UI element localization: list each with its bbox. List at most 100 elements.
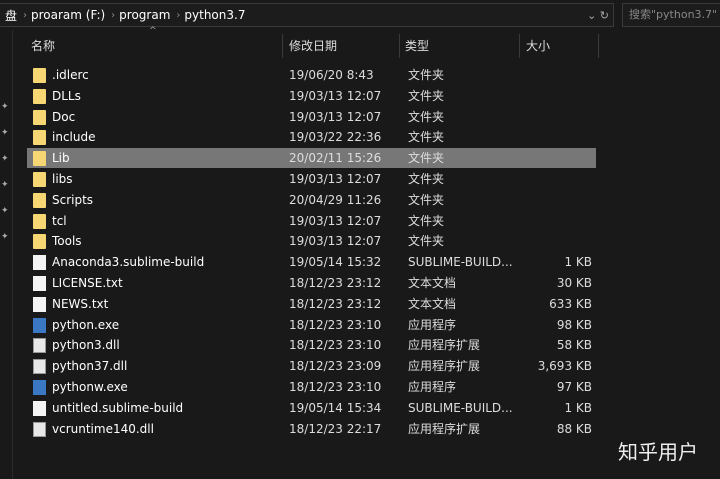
file-size: 633 KB [549, 296, 592, 311]
file-icon [33, 296, 46, 312]
folder-icon [33, 192, 46, 208]
file-name: Lib [52, 151, 70, 166]
file-name: Anaconda3.sublime-build [52, 255, 205, 270]
chevron-right-icon: › [23, 9, 28, 21]
dll-icon [33, 338, 46, 354]
file-date: 19/03/13 12:07 [289, 88, 382, 103]
file-row[interactable]: vcruntime140.dll 18/12/23 22:17 应用程序扩展 8… [27, 419, 596, 439]
file-type: 文件夹 [408, 192, 445, 207]
file-name: include [52, 130, 96, 145]
column-type[interactable]: 类型 [400, 34, 520, 58]
file-row[interactable]: python37.dll 18/12/23 23:09 应用程序扩展 3,693… [27, 356, 596, 376]
file-icon [33, 255, 46, 271]
column-name[interactable]: 名称 [12, 34, 283, 58]
file-date: 18/12/23 23:10 [289, 338, 382, 353]
file-name: Tools [52, 234, 82, 249]
file-date: 18/12/23 23:12 [289, 276, 382, 290]
breadcrumb-python[interactable]: python3.7 [184, 8, 245, 22]
file-date: 19/05/14 15:32 [289, 255, 382, 270]
file-size: 98 KB [556, 317, 592, 332]
file-type: 应用程序扩展 [408, 359, 481, 374]
folder-icon [33, 130, 46, 146]
file-date: 19/03/13 12:07 [289, 213, 382, 228]
file-type: 文件夹 [408, 68, 445, 82]
folder-icon [33, 109, 46, 125]
pin-icon: ✦ [1, 102, 9, 112]
file-type: SUBLIME-BUILD... [408, 255, 513, 270]
file-type: 文本文档 [408, 276, 457, 290]
file-date: 20/02/11 15:26 [289, 151, 382, 166]
file-name: .idlerc [52, 68, 89, 82]
search-input[interactable]: 搜索"python3.7" [622, 3, 720, 27]
file-size: 1 KB [564, 400, 592, 415]
breadcrumb-program[interactable]: program [119, 8, 170, 22]
file-type: 文件夹 [408, 109, 445, 124]
file-row[interactable]: .idlerc 19/06/20 8:43 文件夹 [27, 65, 596, 85]
file-size: 1 KB [564, 255, 592, 270]
file-type: 文件夹 [408, 151, 445, 166]
file-name: Doc [52, 109, 76, 124]
file-date: 19/06/20 8:43 [289, 68, 374, 82]
file-row[interactable]: Lib 20/02/11 15:26 文件夹 [27, 148, 596, 169]
file-date: 20/04/29 11:26 [289, 192, 382, 207]
file-row[interactable]: LICENSE.txt 18/12/23 23:12 文本文档 30 KB [27, 273, 596, 293]
file-icon [33, 276, 46, 291]
file-row[interactable]: tcl 19/03/13 12:07 文件夹 [27, 211, 596, 231]
file-name: vcruntime140.dll [52, 421, 154, 436]
file-row[interactable]: Tools 19/03/13 12:07 文件夹 [27, 231, 596, 251]
file-row[interactable]: NEWS.txt 18/12/23 23:12 文本文档 633 KB [27, 294, 596, 314]
file-type: SUBLIME-BUILD... [408, 400, 513, 415]
file-date: 18/12/23 23:09 [289, 359, 382, 374]
address-bar[interactable]: 盘 › proaram (F:) › program › python3.7 ⌄ ↻ [0, 3, 614, 27]
file-type: 应用程序扩展 [408, 421, 481, 436]
file-row[interactable]: Doc 19/03/13 12:07 文件夹 [27, 107, 596, 127]
file-name: python.exe [52, 317, 120, 332]
file-date: 19/03/13 12:07 [289, 234, 382, 249]
file-name: Scripts [52, 192, 94, 207]
file-date: 19/03/13 12:07 [289, 109, 382, 124]
file-row[interactable]: pythonw.exe 18/12/23 23:10 应用程序 97 KB [27, 377, 596, 397]
file-type: 文本文档 [408, 296, 457, 311]
exe-icon [33, 380, 46, 395]
file-row[interactable]: python3.dll 18/12/23 23:10 应用程序扩展 58 KB [27, 335, 596, 355]
file-date: 18/12/23 23:10 [289, 317, 382, 332]
file-name: untitled.sublime-build [52, 400, 184, 415]
dll-icon [33, 421, 46, 437]
file-name: DLLs [52, 88, 81, 103]
file-size: 58 KB [556, 338, 592, 353]
exe-icon [33, 317, 46, 333]
pin-icon: ✦ [1, 206, 9, 216]
file-size: 30 KB [556, 276, 592, 290]
breadcrumb-drive[interactable]: proaram (F:) [31, 8, 105, 22]
folder-icon [33, 88, 46, 104]
file-type: 文件夹 [408, 172, 445, 186]
navigation-pane: ✦ ✦ ✦ ✦ ✦ ✦ [0, 30, 13, 479]
column-date[interactable]: 修改日期 [283, 34, 400, 58]
file-type: 应用程序 [408, 380, 457, 394]
pin-icon: ✦ [1, 180, 9, 190]
file-row[interactable]: DLLs 19/03/13 12:07 文件夹 [27, 86, 596, 106]
file-name: LICENSE.txt [52, 276, 123, 290]
folder-icon [33, 151, 46, 167]
file-type: 应用程序扩展 [408, 338, 481, 353]
file-row[interactable]: Anaconda3.sublime-build 19/05/14 15:32 S… [27, 252, 596, 272]
file-date: 18/12/23 22:17 [289, 421, 382, 436]
file-row[interactable]: Scripts 20/04/29 11:26 文件夹 [27, 190, 596, 210]
file-date: 19/03/13 12:07 [289, 172, 382, 186]
column-size[interactable]: 大小 [520, 34, 599, 58]
file-row[interactable]: python.exe 18/12/23 23:10 应用程序 98 KB [27, 315, 596, 335]
folder-icon [33, 213, 46, 229]
column-header: 名称 修改日期 类型 大小 [12, 34, 720, 58]
breadcrumb-root[interactable]: 盘 [5, 7, 17, 24]
file-row[interactable]: untitled.sublime-build 19/05/14 15:34 SU… [27, 398, 596, 418]
file-name: pythonw.exe [52, 380, 128, 394]
file-row[interactable]: libs 19/03/13 12:07 文件夹 [27, 169, 596, 189]
file-name: tcl [52, 213, 67, 228]
file-size: 88 KB [556, 421, 592, 436]
file-date: 18/12/23 23:10 [289, 380, 382, 394]
history-refresh-controls[interactable]: ⌄ ↻ [587, 9, 609, 22]
file-name: python37.dll [52, 359, 128, 374]
file-type: 文件夹 [408, 234, 445, 249]
dll-icon [33, 359, 46, 375]
file-row[interactable]: include 19/03/22 22:36 文件夹 [27, 127, 596, 147]
